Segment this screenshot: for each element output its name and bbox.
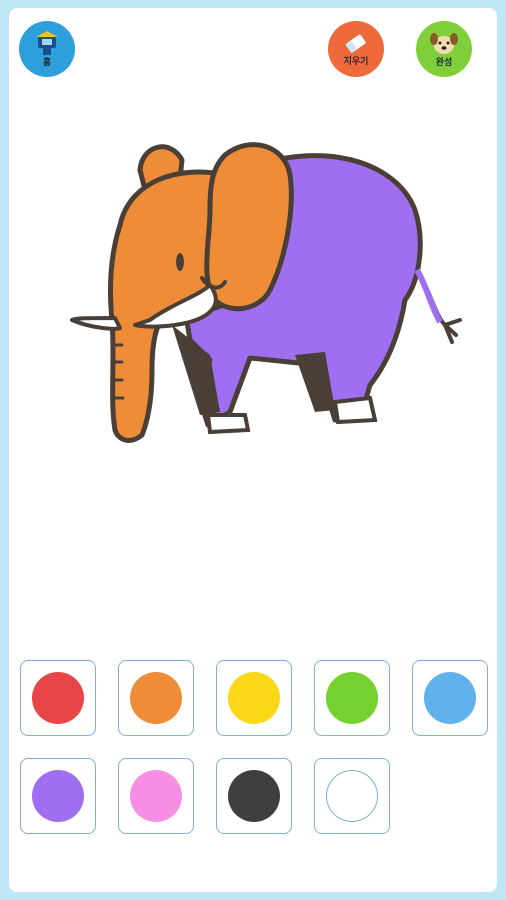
elephant-eye [176, 253, 184, 271]
color-dot [32, 770, 84, 822]
color-dot [326, 770, 378, 822]
elephant-foot-back [332, 395, 378, 425]
swatch-purple[interactable] [20, 758, 96, 834]
home-button[interactable]: 홈 [19, 21, 75, 77]
erase-label: 지우기 [343, 56, 369, 67]
home-icon [36, 30, 58, 55]
swatch-black[interactable] [216, 758, 292, 834]
erase-button[interactable]: 지우기 [328, 21, 384, 77]
swatch-blue[interactable] [412, 660, 488, 736]
swatch-green[interactable] [314, 660, 390, 736]
color-dot [228, 672, 280, 724]
home-label: 홈 [42, 57, 52, 68]
done-button[interactable]: 완성 [416, 21, 472, 77]
elephant-tusk-left [70, 316, 122, 331]
color-dot [424, 672, 476, 724]
elephant-foot-front [205, 413, 251, 435]
color-dot [32, 672, 84, 724]
swatch-orange[interactable] [118, 660, 194, 736]
color-dot [130, 770, 182, 822]
done-label: 완성 [435, 57, 453, 68]
elephant-coloring-canvas[interactable] [60, 130, 480, 450]
swatch-yellow[interactable] [216, 660, 292, 736]
eraser-icon [345, 34, 366, 52]
swatch-red[interactable] [20, 660, 96, 736]
color-dot [130, 672, 182, 724]
dog-face-icon [430, 32, 458, 54]
color-dot [326, 672, 378, 724]
swatch-white[interactable] [314, 758, 390, 834]
swatch-pink[interactable] [118, 758, 194, 834]
color-dot [228, 770, 280, 822]
